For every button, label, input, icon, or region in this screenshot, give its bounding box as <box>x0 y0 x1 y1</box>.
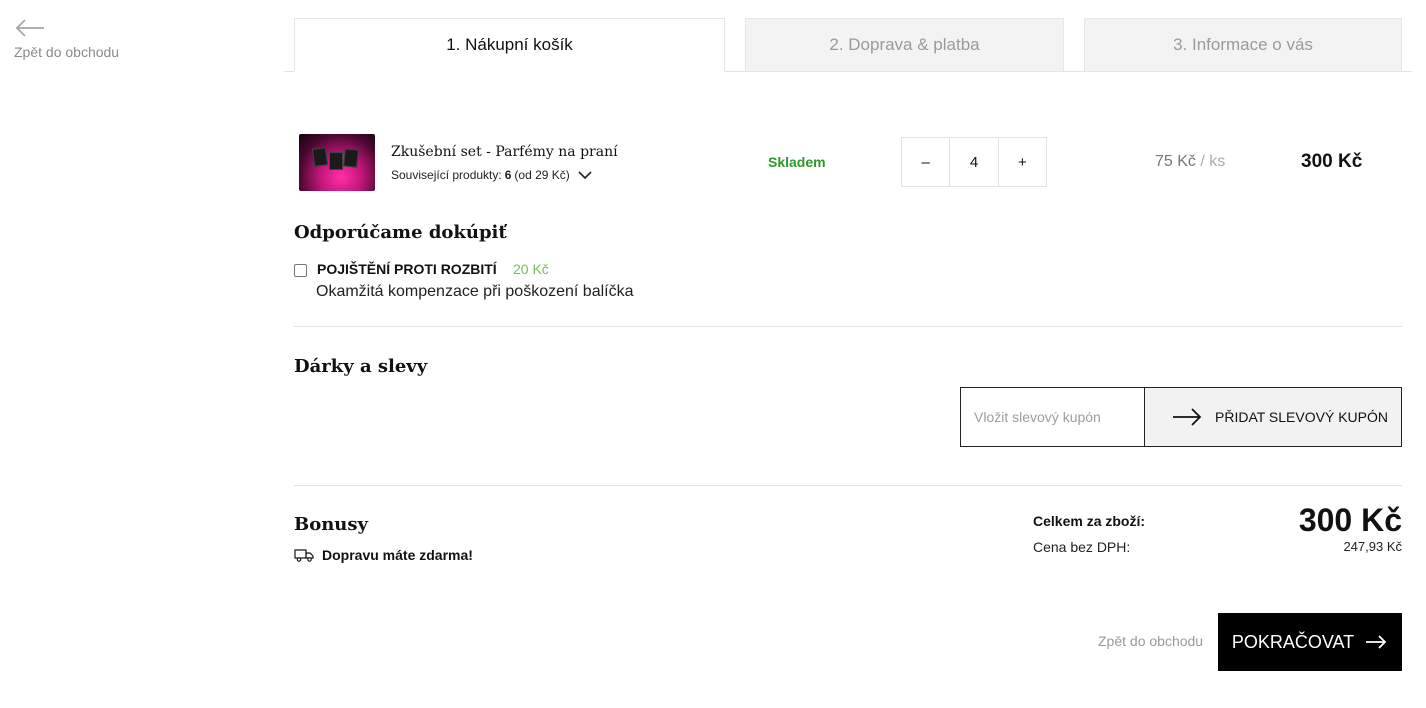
quantity-stepper: – 4 + <box>901 137 1047 187</box>
product-pack <box>343 148 359 168</box>
product-pack <box>311 147 329 167</box>
unit-price: 75 Kč / ks <box>1155 153 1225 171</box>
qty-value[interactable]: 4 <box>949 138 999 186</box>
insurance-description: Okamžitá kompenzace při poškození balíčk… <box>316 283 634 300</box>
add-coupon-button[interactable]: PŘIDAT SLEVOVÝ KUPÓN <box>1144 387 1402 447</box>
insurance-price: 20 Kč <box>513 261 549 277</box>
continue-button[interactable]: POKRAČOVAT <box>1218 613 1402 671</box>
tab-shipping-payment[interactable]: 2. Doprava & platba <box>745 18 1064 72</box>
unit-price-suffix: / ks <box>1200 153 1226 170</box>
qty-increase-button[interactable]: + <box>999 138 1046 186</box>
back-to-shop-bottom-link[interactable]: Zpět do obchodu <box>1098 633 1203 649</box>
related-price: (od 29 Kč) <box>514 168 570 182</box>
free-shipping-note: Dopravu máte zdarma! <box>294 547 473 563</box>
free-shipping-label: Dopravu máte zdarma! <box>322 547 473 563</box>
section-divider <box>294 485 1402 486</box>
arrow-right-icon <box>1366 635 1387 649</box>
tab-customer-info[interactable]: 3. Informace o vás <box>1084 18 1402 72</box>
back-to-shop-label: Zpět do obchodu <box>14 44 120 60</box>
total-value: 300 Kč <box>1298 502 1402 538</box>
coupon-input[interactable] <box>960 387 1145 447</box>
qty-decrease-button[interactable]: – <box>902 138 949 186</box>
related-label: Související produkty: <box>391 168 502 182</box>
back-to-shop-link[interactable]: Zpět do obchodu <box>14 18 119 60</box>
stock-status: Skladem <box>768 154 826 170</box>
product-image[interactable] <box>299 134 375 191</box>
arrow-left-icon <box>15 19 44 37</box>
total-label: Celkem za zboží: <box>1033 513 1146 529</box>
truck-icon <box>294 549 314 562</box>
arrow-right-icon <box>1173 408 1202 426</box>
item-total: 300 Kč <box>1301 151 1363 172</box>
gifts-title: Dárky a slevy <box>294 356 428 377</box>
chevron-down-icon <box>578 171 592 180</box>
product-pack <box>329 152 343 170</box>
net-price-label: Cena bez DPH: <box>1033 539 1131 555</box>
bonus-title: Bonusy <box>294 514 368 535</box>
product-name[interactable]: Zkušební set - Parfémy na praní <box>391 144 618 160</box>
tab-cart[interactable]: 1. Nákupní košík <box>294 18 725 72</box>
related-count: 6 <box>504 168 512 182</box>
add-coupon-label: PŘIDAT SLEVOVÝ KUPÓN <box>1215 409 1388 425</box>
continue-label: POKRAČOVAT <box>1231 631 1355 652</box>
insurance-name: POJIŠTĚNÍ PROTI ROZBITÍ <box>317 261 497 277</box>
recommend-title: Odporúčame dokúpiť <box>294 222 507 243</box>
section-divider <box>294 326 1402 327</box>
related-products-toggle[interactable]: Související produkty: 6 (od 29 Kč) <box>391 168 593 182</box>
insurance-checkbox[interactable] <box>294 264 307 277</box>
unit-price-value: 75 Kč <box>1155 153 1196 170</box>
net-price-value: 247,93 Kč <box>1343 539 1402 554</box>
